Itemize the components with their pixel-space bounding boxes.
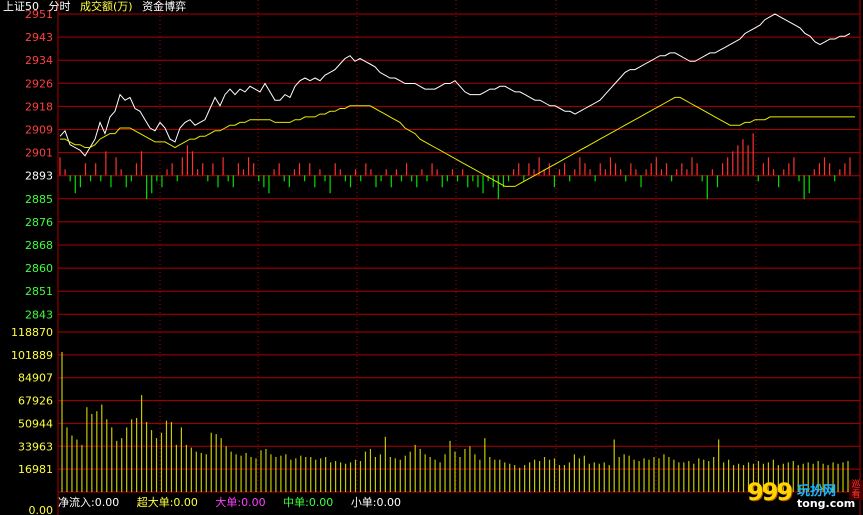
price-tick-label: 2934 [25,54,53,67]
volume-tick-label: 118870 [11,326,53,339]
logo-number: 999 [747,478,793,506]
net-inflow: 净流入:0.00 [58,496,120,509]
price-tick-label: 2868 [25,239,53,252]
chart-header: 上证50 分时 成交额(万) 资金博弈 [3,0,192,14]
logo-domain: tong.com [797,497,856,510]
small-order: 小单:0.00 [350,496,402,509]
price-line [59,13,851,157]
volume-tick-label: 67926 [18,395,53,408]
volume-tick-label: 84907 [18,372,53,385]
intraday-chart: 2951294329342926291829092901289328852876… [11,0,861,515]
price-tick-label: 2909 [25,124,53,137]
fund-flow-summary: 净流入:0.00 超大单:0.00 大单:0.00 中单:0.00 小单:0.0… [58,495,415,511]
price-tick-label: 2893 [25,170,53,183]
large-order: 大单:0.00 [215,496,266,509]
price-tick-label: 2876 [25,216,53,229]
logo-side: 巡看 [849,480,863,500]
price-tick-label: 2860 [25,262,53,275]
price-tick-label: 2918 [25,100,53,113]
site-logo: 999 玩扮网 tong.com 巡看 [745,478,863,515]
mode-tab[interactable]: 分时 [49,0,71,13]
chart-grid [57,0,861,515]
game-label[interactable]: 资金博弈 [142,0,186,13]
average-line [60,96,855,187]
medium-order: 中单:0.00 [283,496,334,509]
price-tick-label: 2885 [25,193,53,206]
index-name[interactable]: 上证50 [3,0,39,13]
volume-bars [61,352,849,492]
volume-tick-label: 16981 [18,463,53,476]
super-large-order: 超大单:0.00 [136,496,198,509]
price-tick-label: 2843 [25,308,53,321]
price-tick-label: 2901 [25,147,53,160]
volume-tick-label: 101889 [11,349,53,362]
price-lines [59,13,855,187]
unit-label[interactable]: 成交额(万) [80,0,133,13]
price-axis: 2951294329342926291829092901289328852876… [25,8,53,321]
volume-tick-label: 33963 [18,440,53,453]
price-tick-label: 2926 [25,77,53,90]
volume-tick-label: 50944 [18,417,53,430]
price-tick-label: 2943 [25,31,53,44]
price-tick-label: 2851 [25,285,53,298]
fund-flow-bars [59,133,851,200]
volume-tick-label: 0.00 [29,504,54,515]
volume-axis: 118870 101889 84907 67926 50944 33963 16981 0.0… [11,326,53,515]
